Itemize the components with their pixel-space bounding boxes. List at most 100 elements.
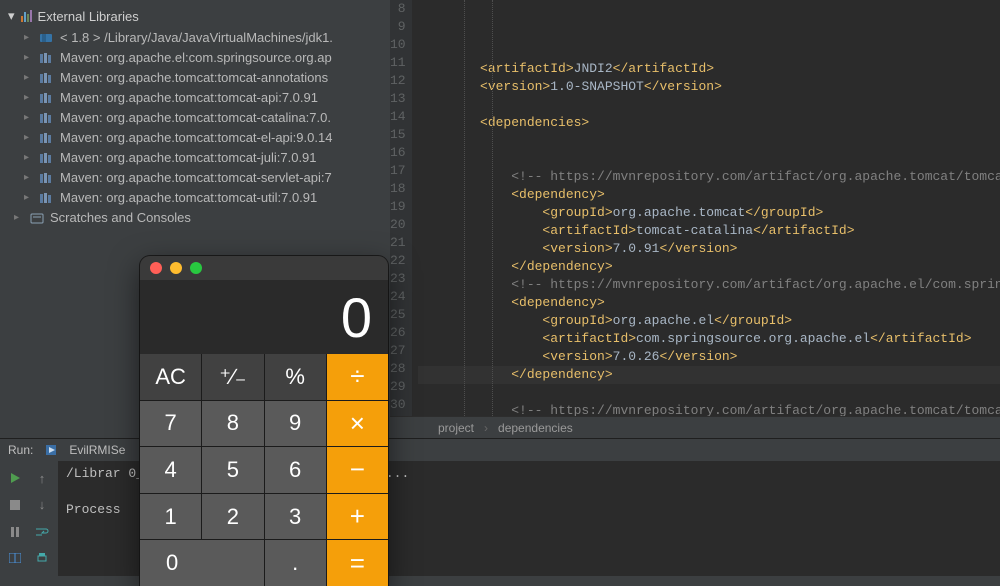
code-line[interactable] xyxy=(418,384,1000,402)
tree-item-label: Maven: org.apache.tomcat:tomcat-juli:7.0… xyxy=(60,149,317,167)
libraries-icon xyxy=(21,10,32,22)
calculator-titlebar[interactable] xyxy=(140,256,388,280)
chevron-right-icon: ▸ xyxy=(24,109,34,127)
code-line[interactable]: <artifactId>JNDI2</artifactId> xyxy=(418,60,1000,78)
tree-item-label: Maven: org.apache.tomcat:tomcat-util:7.0… xyxy=(60,189,317,207)
tree-item-label: < 1.8 > /Library/Java/JavaVirtualMachine… xyxy=(60,29,333,47)
maven-library-node[interactable]: ▸Maven: org.apache.tomcat:tomcat-annotat… xyxy=(6,68,390,88)
maven-library-node[interactable]: ▸Maven: org.apache.tomcat:tomcat-juli:7.… xyxy=(6,148,390,168)
code-line[interactable]: <!-- https://mvnrepository.com/artifact/… xyxy=(418,402,1000,416)
tree-item-label: Maven: org.apache.tomcat:tomcat-servlet-… xyxy=(60,169,332,187)
calc-key-6[interactable]: 6 xyxy=(265,447,326,493)
calc-key-[interactable]: % xyxy=(265,354,326,400)
calc-key-[interactable]: = xyxy=(327,540,388,586)
calculator-window[interactable]: 0 AC⁺∕₋%÷ 789× 456− 123+0.= xyxy=(140,256,388,586)
scratches-node[interactable]: ▸ Scratches and Consoles xyxy=(6,208,390,228)
maximize-icon[interactable] xyxy=(190,262,202,274)
chevron-right-icon: › xyxy=(484,421,488,435)
code-line[interactable]: <groupId>org.apache.el</groupId> xyxy=(418,312,1000,330)
run-label: Run: xyxy=(8,443,33,457)
chevron-right-icon: ▸ xyxy=(24,29,34,47)
code-line[interactable]: <dependencies> xyxy=(418,114,1000,132)
calc-key-2[interactable]: 2 xyxy=(202,494,263,540)
calc-key-[interactable]: × xyxy=(327,401,388,447)
chevron-right-icon: ▸ xyxy=(24,129,34,147)
down-arrow-icon[interactable]: ↓ xyxy=(31,494,53,516)
tree-item-label: Maven: org.apache.tomcat:tomcat-api:7.0.… xyxy=(60,89,318,107)
pause-button[interactable] xyxy=(4,521,26,543)
editor-code[interactable]: <artifactId>JNDI2</artifactId> <version>… xyxy=(412,0,1000,416)
breadcrumb-item[interactable]: project xyxy=(438,421,474,435)
calc-key-[interactable]: + xyxy=(327,494,388,540)
maven-library-node[interactable]: ▸ Maven: org.apache.tomcat:tomcat-util:7.… xyxy=(6,188,390,208)
code-line[interactable] xyxy=(418,132,1000,150)
run-toolbar: ↑ ↓ xyxy=(0,461,58,576)
calc-key-0[interactable]: 0 xyxy=(140,540,264,586)
library-icon xyxy=(39,71,55,85)
calc-key-[interactable]: ÷ xyxy=(327,354,388,400)
calculator-keypad: AC⁺∕₋%÷ 789× 456− 123+0.= xyxy=(140,354,388,586)
run-config-name[interactable]: EvilRMISe xyxy=(69,443,125,457)
editor-pane[interactable]: 8910111213141516171819202122232425262728… xyxy=(390,0,1000,416)
chevron-right-icon: ▸ xyxy=(24,189,34,207)
code-line[interactable] xyxy=(418,96,1000,114)
tree-item-label: Maven: org.apache.tomcat:tomcat-el-api:9… xyxy=(60,129,332,147)
calc-key-ac[interactable]: AC xyxy=(140,354,201,400)
calc-key-7[interactable]: 7 xyxy=(140,401,201,447)
maven-library-node[interactable]: ▸ Maven: org.apache.tomcat:tomcat-servlet… xyxy=(6,168,390,188)
code-line[interactable]: <dependency> xyxy=(418,294,1000,312)
code-line[interactable]: <dependency> xyxy=(418,186,1000,204)
code-line[interactable]: <groupId>org.apache.tomcat</groupId> xyxy=(418,204,1000,222)
code-line[interactable]: <version>7.0.91</version> xyxy=(418,240,1000,258)
print-icon[interactable] xyxy=(31,547,53,569)
chevron-right-icon: ▸ xyxy=(24,49,34,67)
layout-icon[interactable] xyxy=(4,547,26,569)
scratches-icon xyxy=(29,211,45,225)
minimize-icon[interactable] xyxy=(170,262,182,274)
calc-key-[interactable]: − xyxy=(327,447,388,493)
calc-key-5[interactable]: 5 xyxy=(202,447,263,493)
library-icon xyxy=(39,191,55,205)
calc-key-9[interactable]: 9 xyxy=(265,401,326,447)
code-line[interactable]: </dependency> xyxy=(418,366,1000,384)
maven-library-node[interactable]: ▸ Maven: org.apache.tomcat:tomcat-el-api:… xyxy=(6,128,390,148)
code-line[interactable]: </dependency> xyxy=(418,258,1000,276)
stop-button[interactable] xyxy=(4,494,26,516)
run-button[interactable] xyxy=(4,467,26,489)
code-line[interactable]: <!-- https://mvnrepository.com/artifact/… xyxy=(418,276,1000,294)
up-arrow-icon[interactable]: ↑ xyxy=(31,467,53,489)
calc-key-1[interactable]: 1 xyxy=(140,494,201,540)
breadcrumb-item[interactable]: dependencies xyxy=(498,421,573,435)
calc-key-8[interactable]: 8 xyxy=(202,401,263,447)
project-tree: ▾ External Libraries ▸ < 1.8 > /Library/J… xyxy=(0,0,390,228)
library-icon xyxy=(39,171,55,185)
soft-wrap-icon[interactable] xyxy=(31,521,53,543)
calc-key-[interactable]: . xyxy=(265,540,326,586)
code-line[interactable]: <version>7.0.26</version> xyxy=(418,348,1000,366)
maven-library-node[interactable]: ▸ Maven: org.apache.el:com.springsource.o… xyxy=(6,48,390,68)
jdk-node[interactable]: ▸ < 1.8 > /Library/Java/JavaVirtualMachin… xyxy=(6,28,390,48)
calculator-display: 0 xyxy=(140,280,388,354)
close-icon[interactable] xyxy=(150,262,162,274)
code-line[interactable] xyxy=(418,150,1000,168)
chevron-down-icon: ▾ xyxy=(8,8,15,24)
scratches-label: Scratches and Consoles xyxy=(50,209,191,227)
calc-key-4[interactable]: 4 xyxy=(140,447,201,493)
external-libraries-node[interactable]: ▾ External Libraries xyxy=(6,6,390,28)
chevron-right-icon: ▸ xyxy=(14,209,24,227)
library-icon xyxy=(39,131,55,145)
code-line[interactable]: <!-- https://mvnrepository.com/artifact/… xyxy=(418,168,1000,186)
library-icon xyxy=(39,91,55,105)
chevron-right-icon: ▸ xyxy=(24,169,34,187)
breadcrumb[interactable]: project › dependencies xyxy=(390,416,1000,438)
code-line[interactable]: <version>1.0-SNAPSHOT</version> xyxy=(418,78,1000,96)
maven-library-node[interactable]: ▸Maven: org.apache.tomcat:tomcat-api:7.0… xyxy=(6,88,390,108)
code-line[interactable]: <artifactId>tomcat-catalina</artifactId> xyxy=(418,222,1000,240)
calc-key-3[interactable]: 3 xyxy=(265,494,326,540)
tree-item-label: Maven: org.apache.el:com.springsource.or… xyxy=(60,49,332,67)
calc-key-[interactable]: ⁺∕₋ xyxy=(202,354,263,400)
library-icon xyxy=(39,151,55,165)
tree-item-label: Maven: org.apache.tomcat:tomcat-annotati… xyxy=(60,69,328,87)
code-line[interactable]: <artifactId>com.springsource.org.apache.… xyxy=(418,330,1000,348)
maven-library-node[interactable]: ▸Maven: org.apache.tomcat:tomcat-catalin… xyxy=(6,108,390,128)
